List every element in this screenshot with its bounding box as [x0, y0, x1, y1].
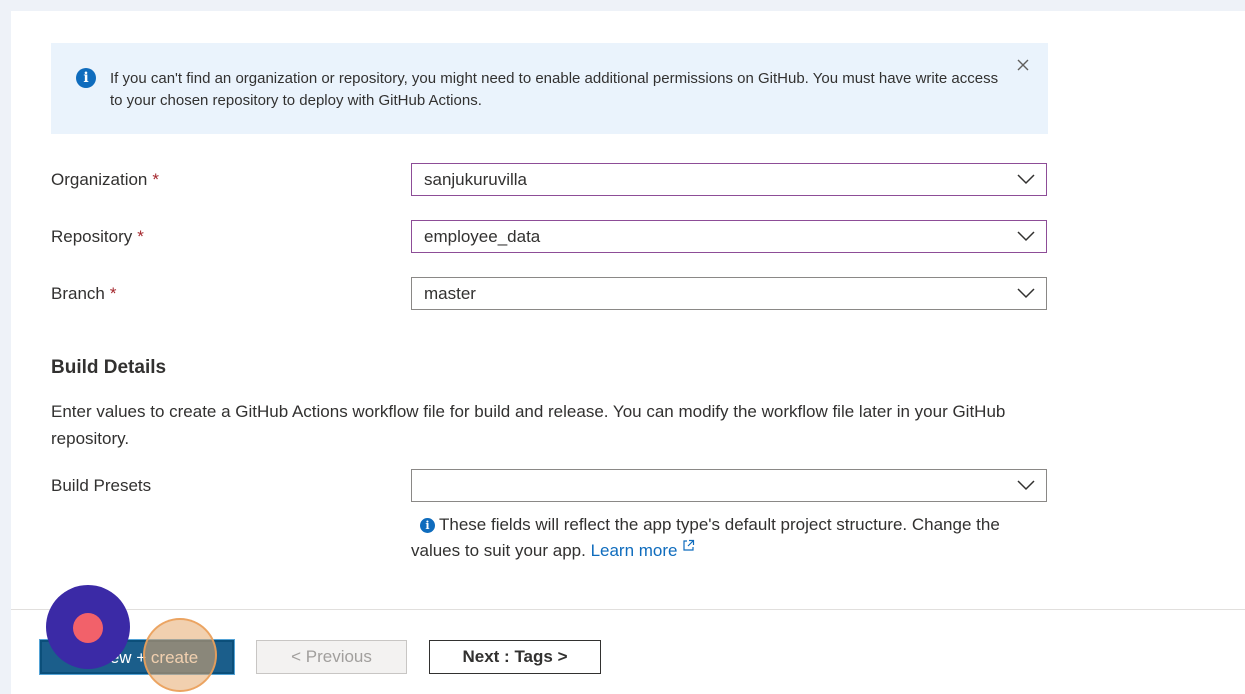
branch-value: master [424, 284, 476, 303]
previous-button[interactable]: < Previous [256, 640, 407, 674]
build-presets-dropdown[interactable] [411, 469, 1047, 502]
build-presets-label: Build Presets [51, 476, 152, 495]
branch-label: Branch * [51, 284, 117, 304]
record-icon [73, 613, 103, 643]
organization-label-text: Organization [51, 170, 148, 189]
info-notice: i If you can't find an organization or r… [51, 43, 1048, 134]
build-details-description: Enter values to create a GitHub Actions … [51, 402, 1006, 448]
close-notice-button[interactable] [1014, 56, 1032, 74]
next-tags-label: Next : Tags > [462, 647, 568, 666]
branch-dropdown[interactable]: master [411, 277, 1047, 310]
required-mark: * [137, 227, 144, 246]
organization-dropdown[interactable]: sanjukuruvilla [411, 163, 1047, 196]
external-link-icon [682, 539, 694, 551]
learn-more-text: Learn more [590, 541, 678, 560]
close-icon [1017, 59, 1029, 71]
build-details-heading: Build Details [51, 357, 167, 378]
info-icon: i [420, 518, 435, 533]
organization-label: Organization * [51, 170, 159, 190]
required-mark: * [152, 170, 160, 189]
chevron-down-icon [1017, 174, 1035, 185]
chevron-down-icon [1017, 480, 1035, 491]
build-presets-hint: i These fields will reflect the app type'… [411, 512, 1051, 564]
hint-text: These fields will reflect the app type's… [411, 515, 1000, 560]
repository-dropdown[interactable]: employee_data [411, 220, 1047, 253]
required-mark: * [109, 284, 117, 303]
learn-more-link[interactable]: Learn more [590, 539, 695, 560]
repository-value: employee_data [424, 227, 541, 246]
chevron-down-icon [1017, 288, 1035, 299]
chevron-down-icon [1017, 231, 1035, 242]
info-icon: i [76, 68, 96, 88]
info-notice-text: If you can't find an organization or rep… [110, 70, 999, 109]
repository-label-text: Repository [51, 227, 133, 246]
recorder-button[interactable] [46, 585, 130, 669]
repository-label: Repository * [51, 227, 144, 247]
organization-value: sanjukuruvilla [424, 170, 527, 189]
branch-label-text: Branch [51, 284, 105, 303]
previous-label: < Previous [291, 647, 372, 666]
next-tags-button[interactable]: Next : Tags > [429, 640, 601, 674]
